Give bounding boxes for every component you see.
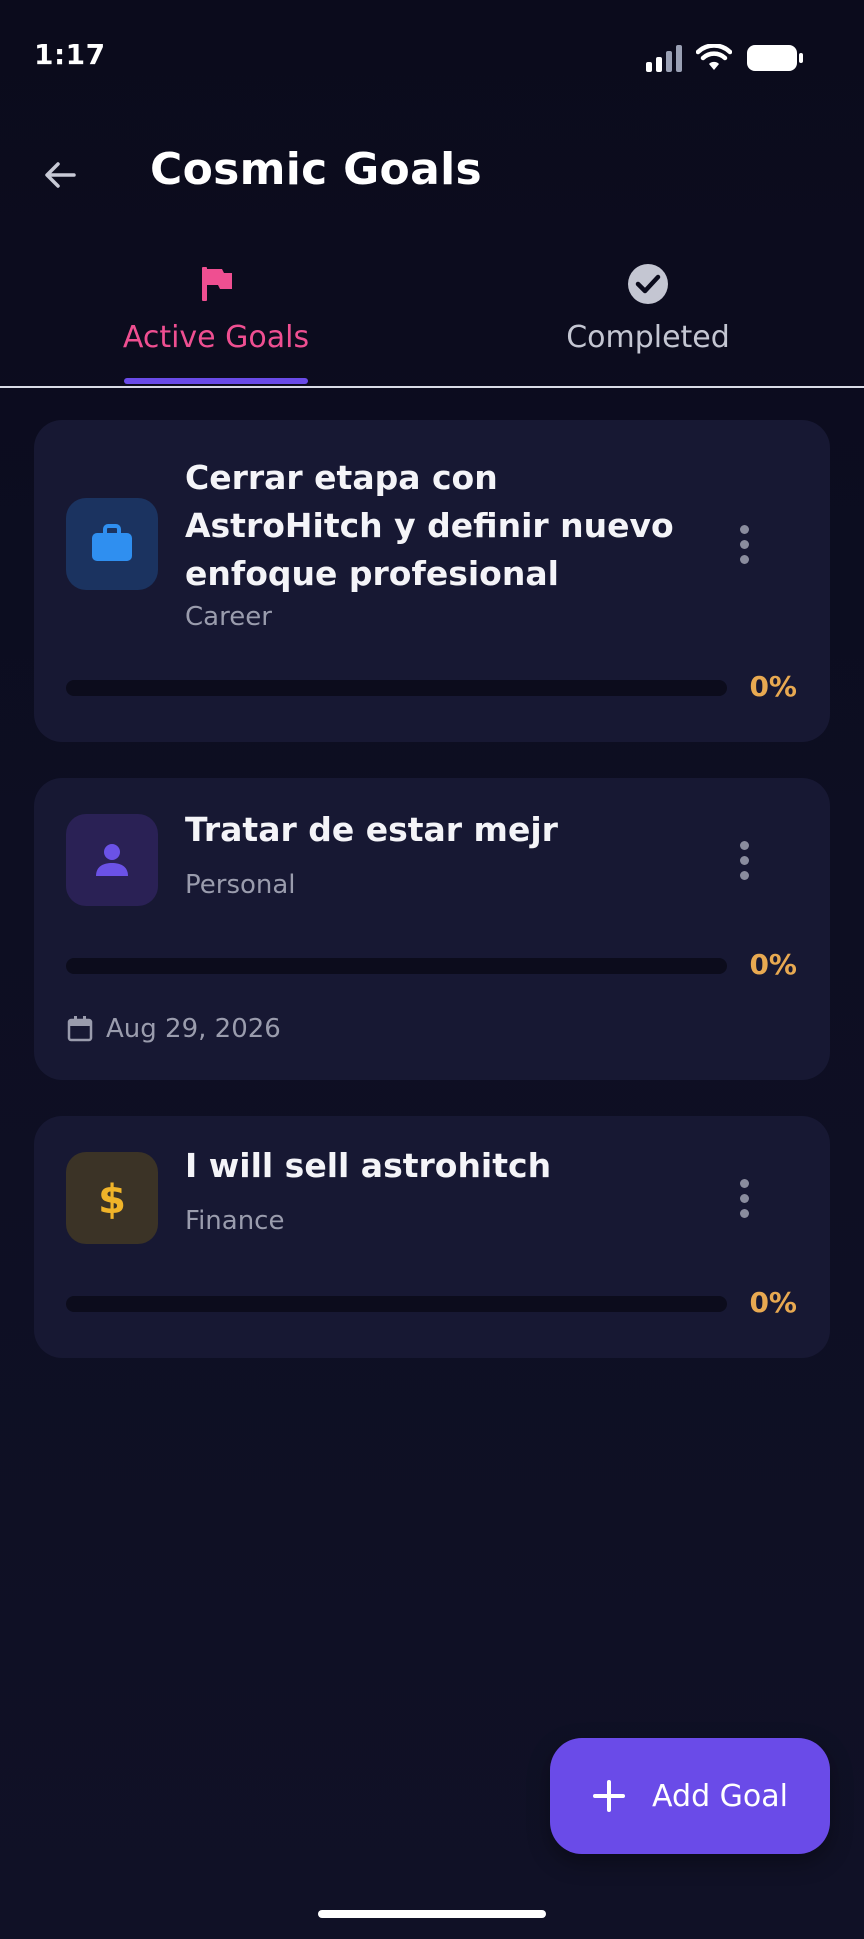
goal-due-date: Aug 29, 2026 [66,1014,281,1044]
goal-category-badge: $ [66,1152,158,1244]
goal-menu-button[interactable] [728,830,760,890]
svg-text:$: $ [98,1177,126,1222]
battery-icon [747,45,803,71]
goal-category: Personal [185,870,296,900]
add-goal-button[interactable]: Add Goal [550,1738,830,1854]
goal-category-badge [66,814,158,906]
flag-icon [194,262,238,306]
status-time: 1:17 [34,38,106,71]
goal-category-badge [66,498,158,590]
status-bar: 1:17 [0,0,864,110]
status-icons [646,40,804,76]
goal-progress-label: 0% [749,670,797,703]
tab-label: Active Goals [122,320,310,355]
app-header: Cosmic Goals [0,120,864,230]
dollar-icon: $ [98,1177,126,1222]
goal-category: Career [185,602,272,632]
goal-card[interactable]: Cerrar etapa con AstroHitch y definir nu… [34,420,830,742]
briefcase-icon [92,524,132,561]
back-button[interactable] [30,145,90,205]
goal-menu-button[interactable] [728,1168,760,1228]
goal-title: Cerrar etapa con AstroHitch y definir nu… [185,458,674,593]
goal-progress-label: 0% [749,948,797,981]
calendar-icon [67,1016,93,1042]
goal-menu-button[interactable] [728,514,760,574]
home-indicator[interactable] [318,1910,546,1918]
goal-progress-label: 0% [749,1286,797,1319]
tab-completed[interactable]: Completed [432,256,864,384]
wifi-icon [696,44,732,70]
person-icon [96,844,128,876]
goal-card[interactable]: Tratar de estar mejr Personal 0% Aug 29,… [34,778,830,1080]
plus-icon [593,1780,626,1812]
arrow-left-icon [45,162,76,188]
goal-due-date-text: Aug 29, 2026 [106,1014,281,1044]
cellular-signal-icon [646,44,682,72]
goal-card[interactable]: $ I will sell astrohitch Finance 0% [34,1116,830,1358]
tab-active-goals[interactable]: Active Goals [0,256,432,384]
goal-category: Finance [185,1206,285,1236]
add-goal-label: Add Goal [652,1778,788,1814]
goal-progress-bar [66,958,727,974]
goal-progress-bar [66,1296,727,1312]
check-circle-icon [626,262,670,306]
goal-title: I will sell astrohitch [185,1146,552,1185]
tab-label: Completed [566,320,730,355]
page-title: Cosmic Goals [150,144,482,195]
goal-title: Tratar de estar mejr [185,810,558,849]
active-tab-indicator [124,378,308,384]
tab-bar: Active Goals Completed [0,256,864,388]
goal-progress-bar [66,680,727,696]
